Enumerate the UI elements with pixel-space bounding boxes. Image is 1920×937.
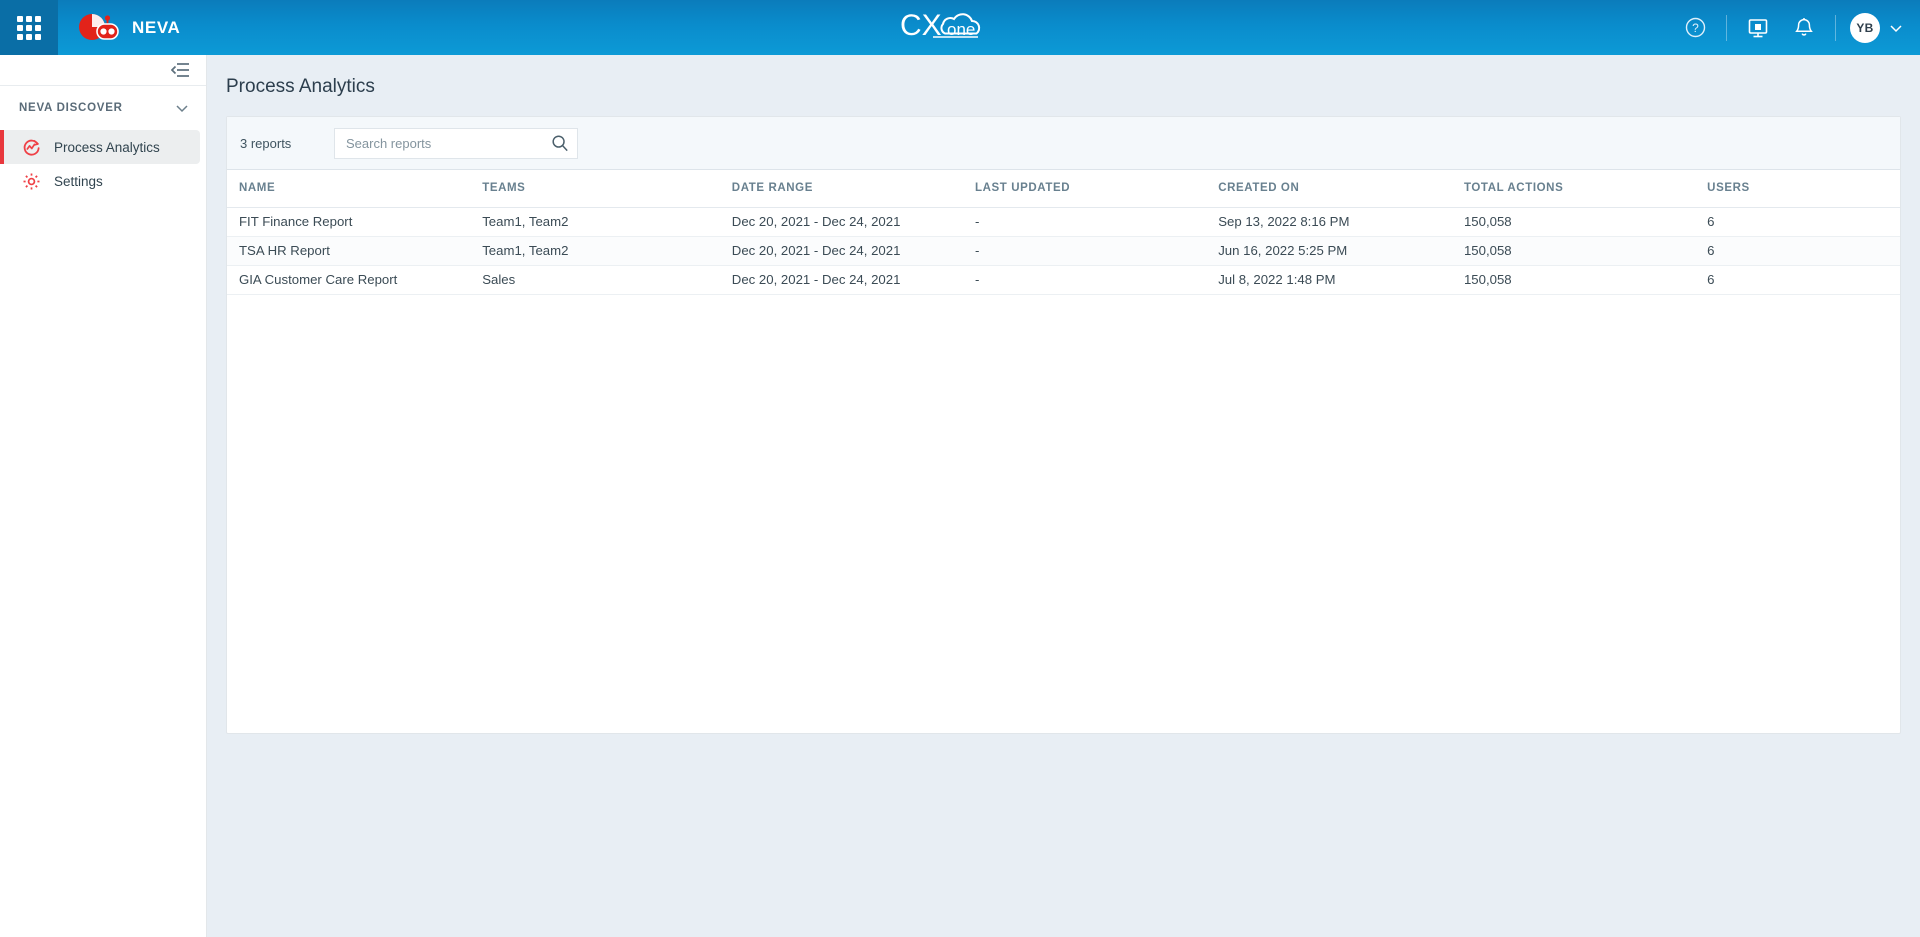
neva-robot-icon: [76, 10, 120, 46]
reports-table: NAME TEAMS DATE RANGE LAST UPDATED CREAT…: [227, 170, 1900, 295]
cxone-logo: CX one: [900, 6, 1020, 48]
cell-total-actions: 150,058: [1451, 265, 1696, 295]
column-header-created-on[interactable]: CREATED ON: [1206, 170, 1452, 208]
cell-date-range: Dec 20, 2021 - Dec 24, 2021: [719, 265, 963, 295]
cell-users: 6: [1695, 236, 1900, 266]
svg-text:?: ?: [1692, 21, 1699, 35]
divider: [1726, 14, 1727, 41]
avatar: YB: [1850, 12, 1880, 43]
cell-teams: Team1, Team2: [470, 207, 720, 237]
cell-date-range: Dec 20, 2021 - Dec 24, 2021: [719, 207, 963, 237]
gear-icon: [22, 172, 41, 191]
sidebar-section-label: NEVA DISCOVER: [19, 102, 123, 114]
user-menu[interactable]: YB: [1850, 12, 1904, 43]
dashboard-button[interactable]: [1735, 0, 1781, 55]
sidebar-item-process-analytics[interactable]: Process Analytics: [0, 130, 200, 164]
cell-created-on: Sep 13, 2022 8:16 PM: [1206, 207, 1452, 237]
sidebar-item-label: Process Analytics: [54, 139, 160, 155]
chevron-down-icon: [1890, 24, 1902, 32]
collapse-panel-icon: [171, 63, 189, 77]
cell-name: FIT Finance Report: [227, 207, 471, 237]
cell-total-actions: 150,058: [1451, 207, 1696, 237]
column-header-name[interactable]: NAME: [227, 170, 471, 208]
presentation-screen-icon: [1748, 18, 1768, 37]
brand-neva[interactable]: NEVA: [76, 10, 180, 46]
column-header-last-updated[interactable]: LAST UPDATED: [963, 170, 1207, 208]
column-header-date-range[interactable]: DATE RANGE: [719, 170, 963, 208]
cell-users: 6: [1695, 265, 1900, 295]
cell-date-range: Dec 20, 2021 - Dec 24, 2021: [719, 236, 963, 266]
cell-teams: Team1, Team2: [470, 236, 720, 266]
notifications-button[interactable]: [1781, 0, 1827, 55]
cell-total-actions: 150,058: [1451, 236, 1696, 266]
reports-count-label: 3 reports: [240, 135, 292, 151]
reports-card: 3 reports NAME TEAMS DATE RANGE LAST UPD…: [226, 116, 1901, 734]
collapse-sidebar-button[interactable]: [171, 62, 190, 78]
sidebar-section-neva-discover[interactable]: NEVA DISCOVER: [0, 86, 206, 130]
table-row[interactable]: FIT Finance Report Team1, Team2 Dec 20, …: [227, 207, 1900, 237]
apps-grid-icon: [17, 15, 41, 40]
cell-last-updated: -: [963, 236, 1207, 266]
table-row[interactable]: TSA HR Report Team1, Team2 Dec 20, 2021 …: [227, 236, 1900, 266]
bell-icon: [1795, 18, 1813, 36]
divider: [1835, 14, 1836, 41]
cell-name: GIA Customer Care Report: [227, 265, 471, 295]
cell-created-on: Jun 16, 2022 5:25 PM: [1206, 236, 1452, 266]
column-header-teams[interactable]: TEAMS: [470, 170, 720, 208]
search-box[interactable]: [334, 127, 578, 159]
reports-toolbar: 3 reports: [227, 117, 1900, 170]
column-header-users[interactable]: USERS: [1695, 170, 1900, 208]
app-launcher-button[interactable]: [0, 0, 58, 55]
sidebar-item-label: Settings: [54, 173, 103, 189]
sidebar: NEVA DISCOVER Process Analytics Settings: [0, 55, 207, 937]
top-bar: NEVA CX one ? YB: [0, 0, 1920, 55]
svg-text:one: one: [947, 20, 975, 39]
main-content: Process Analytics 3 reports NAME TEAMS D…: [207, 55, 1920, 937]
help-circle-icon: ?: [1685, 17, 1705, 38]
cell-users: 6: [1695, 207, 1900, 237]
cell-teams: Sales: [470, 265, 720, 295]
page-title: Process Analytics: [226, 76, 375, 97]
table-row[interactable]: GIA Customer Care Report Sales Dec 20, 2…: [227, 265, 1900, 295]
topbar-actions: ? YB: [1672, 0, 1920, 55]
brand-label: NEVA: [132, 17, 181, 37]
sidebar-item-settings[interactable]: Settings: [0, 164, 200, 198]
table-body: FIT Finance Report Team1, Team2 Dec 20, …: [227, 207, 1900, 295]
cell-last-updated: -: [963, 207, 1207, 237]
search-icon[interactable]: [551, 134, 569, 152]
cell-last-updated: -: [963, 265, 1207, 295]
cell-created-on: Jul 8, 2022 1:48 PM: [1206, 265, 1452, 295]
column-header-total-actions[interactable]: TOTAL ACTIONS: [1451, 170, 1696, 208]
table-head: NAME TEAMS DATE RANGE LAST UPDATED CREAT…: [227, 170, 1900, 208]
process-analytics-icon: [22, 138, 41, 157]
table-header-row: NAME TEAMS DATE RANGE LAST UPDATED CREAT…: [227, 170, 1900, 208]
sidebar-header: [0, 55, 206, 86]
cell-name: TSA HR Report: [227, 236, 471, 266]
chevron-down-icon: [176, 105, 188, 113]
search-input[interactable]: [346, 135, 551, 151]
help-button[interactable]: ?: [1672, 0, 1718, 55]
